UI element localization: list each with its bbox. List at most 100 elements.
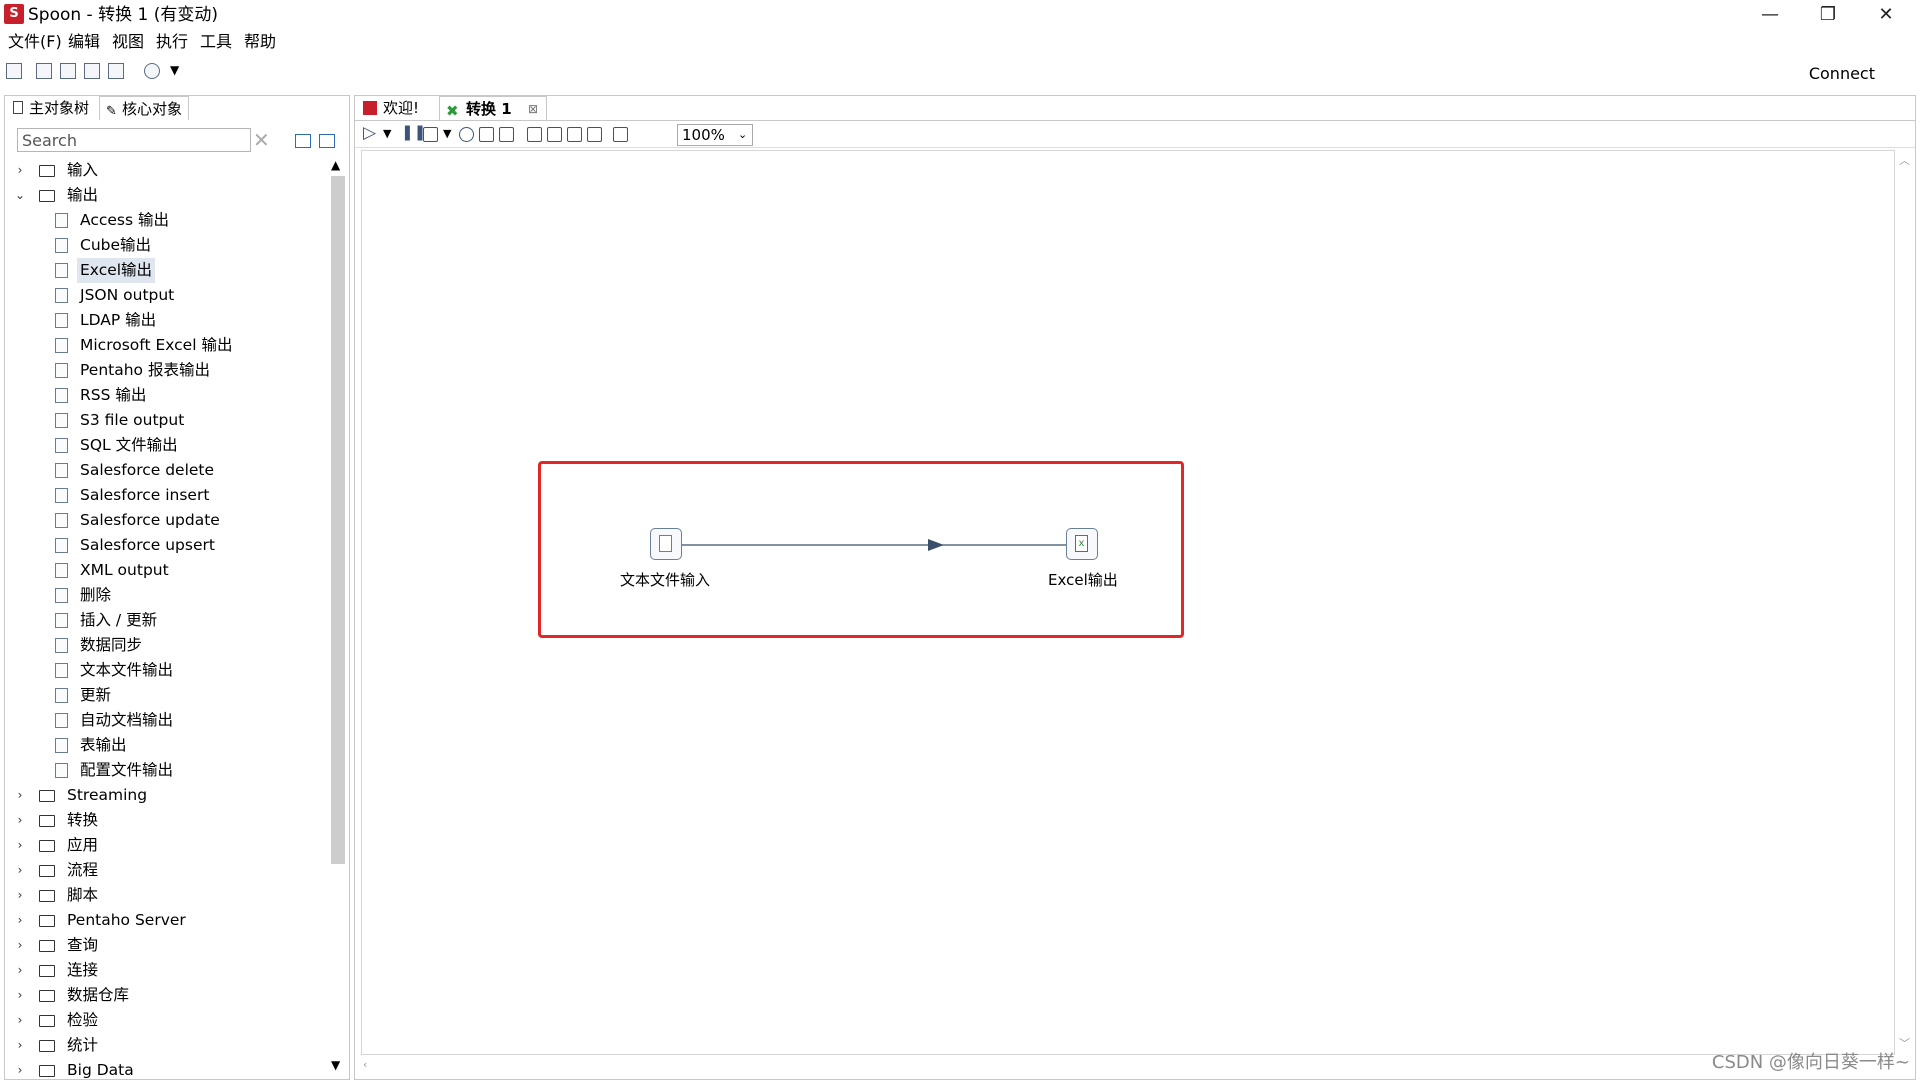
stop-icon[interactable] xyxy=(423,127,438,142)
tree-item-label: 更新 xyxy=(80,686,112,704)
chevron-right-icon[interactable]: › xyxy=(13,1058,27,1078)
chevron-right-icon[interactable]: › xyxy=(13,1033,27,1058)
tab-transformation-1[interactable]: ✖ 转换 1 ⊠ xyxy=(439,96,547,120)
left-panel: 主对象树 ✎ 核心对象 ✕ › 输入 ⌄ 输出 Access 输出 Cube输出 Excel… xyxy=(4,95,350,1080)
tree-scrollbar[interactable]: ▲ ▼ xyxy=(329,158,347,1078)
tree-folder-label: 检验 xyxy=(67,1011,99,1029)
chevron-right-icon[interactable]: › xyxy=(13,908,27,933)
stop-options-chevron-icon[interactable]: ▼ xyxy=(443,127,451,140)
menu-run[interactable]: 执行 xyxy=(156,32,188,52)
step-type-icon xyxy=(55,763,68,778)
step-type-icon xyxy=(55,213,68,228)
menu-file[interactable]: 文件(F) xyxy=(8,32,62,52)
minimize-button[interactable]: — xyxy=(1742,0,1798,30)
chevron-right-icon[interactable]: › xyxy=(13,783,27,808)
title-bar: S Spoon - 转换 1 (有变动) — ❐ ✕ xyxy=(0,0,1920,30)
save-icon[interactable] xyxy=(84,63,100,79)
replay-icon[interactable] xyxy=(499,127,514,142)
chevron-right-icon[interactable]: › xyxy=(13,933,27,958)
chevron-right-icon[interactable]: › xyxy=(13,158,27,183)
tree-item-label: XML output xyxy=(80,561,169,579)
preview-icon[interactable] xyxy=(459,127,474,142)
tab-main-object-tree[interactable]: 主对象树 xyxy=(7,96,97,120)
save-as-icon[interactable] xyxy=(108,63,124,79)
core-objects-tree: › 输入 ⌄ 输出 Access 输出 Cube输出 Excel输出 JSON output L… xyxy=(5,158,325,1078)
step-type-icon xyxy=(55,588,68,603)
tree-item-label: Salesforce upsert xyxy=(80,536,215,554)
tab-welcome[interactable]: 欢迎! xyxy=(357,96,437,120)
clear-search-icon[interactable]: ✕ xyxy=(253,128,270,152)
folder-icon xyxy=(39,915,55,927)
folder-icon xyxy=(39,865,55,877)
tree-folder-label: 数据仓库 xyxy=(67,986,130,1004)
folder-icon xyxy=(39,940,55,952)
run-icon[interactable]: ▷ xyxy=(363,123,376,143)
close-button[interactable]: ✕ xyxy=(1858,0,1914,30)
folder-icon xyxy=(39,1040,55,1052)
step-type-icon xyxy=(55,413,68,428)
canvas-scroll-up-icon[interactable]: ︿ xyxy=(1899,152,1910,168)
scroll-left-icon[interactable]: ‹ xyxy=(363,1058,367,1071)
step-type-icon xyxy=(55,438,68,453)
new-file-icon[interactable] xyxy=(6,63,22,79)
tree-folder-label: 连接 xyxy=(67,961,99,979)
exploring-database-icon[interactable] xyxy=(587,127,602,142)
folder-icon xyxy=(39,1065,55,1077)
zoom-chevron-down-icon[interactable]: ⌄ xyxy=(738,125,747,145)
chevron-right-icon[interactable]: › xyxy=(13,958,27,983)
chevron-right-icon[interactable]: › xyxy=(13,983,27,1008)
tree-item-label: Cube输出 xyxy=(80,236,152,254)
tree-scroll-thumb[interactable] xyxy=(331,176,345,864)
collapse-all-icon[interactable] xyxy=(319,134,335,148)
show-results-icon[interactable] xyxy=(613,127,628,142)
chevron-right-icon[interactable]: › xyxy=(13,808,27,833)
chevron-right-icon[interactable]: › xyxy=(13,1008,27,1033)
tree-item-label: 配置文件输出 xyxy=(80,761,174,779)
expand-all-icon[interactable] xyxy=(295,134,311,148)
maximize-button[interactable]: ❐ xyxy=(1800,0,1856,30)
connect-button[interactable]: Connect xyxy=(1809,64,1875,83)
zoom-select[interactable]: 100% ⌄ xyxy=(677,124,753,146)
folder-icon xyxy=(39,190,55,202)
tree-folder-label: Streaming xyxy=(67,786,148,804)
tab-core-objects[interactable]: ✎ 核心对象 xyxy=(99,96,189,120)
run-options-chevron-icon[interactable]: ▼ xyxy=(383,127,391,140)
chevron-right-icon[interactable]: › xyxy=(13,858,27,883)
sql-icon[interactable] xyxy=(567,127,582,142)
scroll-down-icon[interactable]: ▼ xyxy=(331,1058,340,1072)
tree-item-label: Microsoft Excel 输出 xyxy=(80,336,233,354)
canvas-vertical-scrollbar[interactable]: ︿ ﹀ xyxy=(1895,150,1913,1055)
tree-item-label: 删除 xyxy=(80,586,112,604)
text-file-input-step[interactable] xyxy=(650,528,682,560)
search-input[interactable] xyxy=(17,128,251,152)
tree-item-label: Excel输出 xyxy=(77,258,156,283)
chevron-right-icon[interactable]: › xyxy=(13,883,27,908)
verify-icon[interactable] xyxy=(527,127,542,142)
canvas-horizontal-scrollbar[interactable]: ‹ xyxy=(361,1056,1895,1074)
debug-icon[interactable] xyxy=(479,127,494,142)
menu-help[interactable]: 帮助 xyxy=(244,32,276,52)
watermark: CSDN @像向日葵一样~ xyxy=(1711,1052,1910,1073)
tree-item-label: Salesforce delete xyxy=(80,461,215,479)
open-file-icon[interactable] xyxy=(36,63,52,79)
tree-folder-label: Big Data xyxy=(67,1061,134,1078)
chevron-down-icon[interactable]: ⌄ xyxy=(13,183,27,208)
chevron-right-icon[interactable]: › xyxy=(13,833,27,858)
tree-folder-label: 查询 xyxy=(67,936,99,954)
explore-repository-icon[interactable] xyxy=(60,63,76,79)
layers-dropdown-chevron-icon[interactable]: ▼ xyxy=(170,63,179,77)
excel-output-step[interactable]: x xyxy=(1066,528,1098,560)
layers-icon[interactable] xyxy=(144,63,160,79)
tree-item-label: JSON output xyxy=(80,286,175,304)
menu-tools[interactable]: 工具 xyxy=(200,32,232,52)
close-tab-icon[interactable]: ⊠ xyxy=(528,97,538,121)
menu-edit[interactable]: 编辑 xyxy=(68,32,100,52)
tree-item-label: 表输出 xyxy=(80,736,127,754)
step-type-icon xyxy=(55,263,68,278)
excel-output-label: Excel输出 xyxy=(1048,571,1118,589)
impact-analysis-icon[interactable] xyxy=(547,127,562,142)
tree-item-label: Salesforce insert xyxy=(80,486,210,504)
scroll-up-icon[interactable]: ▲ xyxy=(331,158,340,172)
step-type-icon xyxy=(55,388,68,403)
menu-view[interactable]: 视图 xyxy=(112,32,144,52)
